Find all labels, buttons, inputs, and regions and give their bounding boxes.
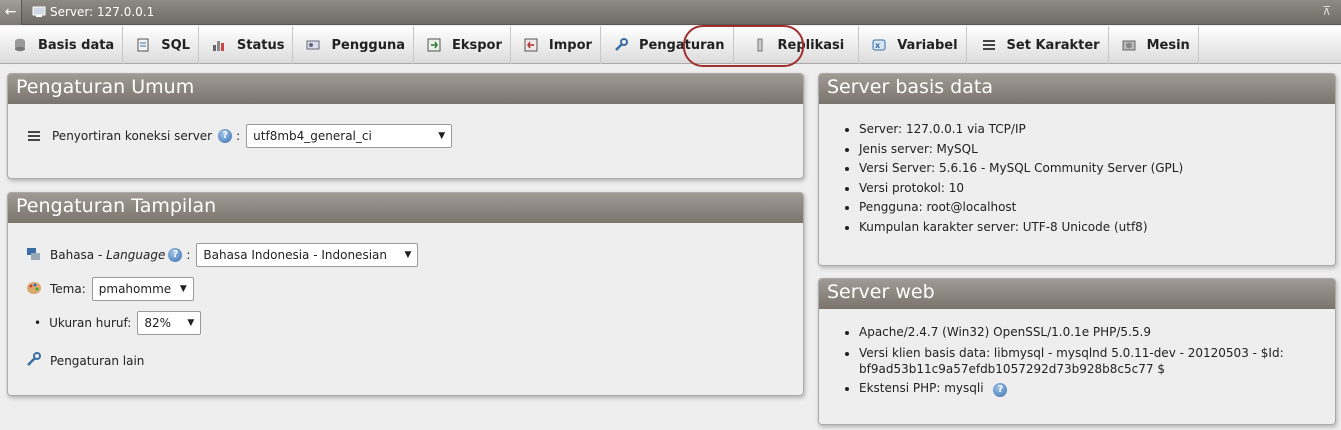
tab-settings[interactable]: Pengaturan [601, 26, 734, 64]
tab-replication[interactable]: Replikasi [734, 26, 860, 64]
tab-sql[interactable]: SQL [123, 26, 199, 64]
tab-status[interactable]: Status [199, 26, 294, 64]
chevron-down-icon: ▼ [187, 318, 195, 328]
tab-engines[interactable]: Mesin [1109, 26, 1199, 64]
database-server-info-list: Server: 127.0.0.1 via TCP/IP Jenis serve… [819, 120, 1335, 238]
more-settings-row: Pengaturan lain [26, 351, 144, 370]
help-icon[interactable]: ? [993, 382, 1008, 397]
database-server-panel: Server basis data Server: 127.0.0.1 via … [818, 73, 1336, 266]
appearance-settings-panel: Pengaturan Tampilan Bahasa - Language ? … [7, 192, 804, 396]
tab-charsets[interactable]: Set Karakter [967, 26, 1109, 64]
more-settings-link[interactable]: Pengaturan lain [50, 354, 144, 368]
tab-label: SQL [161, 37, 190, 53]
tab-label: Ekspor [451, 37, 502, 53]
tab-label: Pengaturan [638, 37, 725, 53]
tab-users[interactable]: Pengguna [293, 26, 414, 64]
tab-label: Variabel [897, 37, 958, 53]
collation-label: Penyortiran koneksi server [52, 129, 213, 143]
language-value: Bahasa Indonesia - Indonesian [203, 248, 387, 262]
theme-value: pmahomme [98, 282, 172, 296]
sql-icon [135, 37, 151, 53]
collation-value: utf8mb4_general_ci [253, 129, 372, 143]
list-item: Apache/2.4.7 (Win32) OpenSSL/1.0.1e PHP/… [859, 323, 1335, 343]
palette-icon [26, 280, 42, 299]
font-size-select[interactable]: 82% ▼ [137, 311, 202, 335]
wrench-icon [613, 37, 629, 53]
charset-icon [981, 37, 997, 53]
list-item: Versi protokol: 10 [859, 179, 1335, 199]
theme-select[interactable]: pmahomme ▼ [91, 277, 194, 301]
server-icon [32, 6, 46, 18]
main-tab-bar: Basis data SQL Status Pengguna Ekspor Im… [0, 26, 1341, 64]
chevron-down-icon: ▼ [404, 250, 412, 260]
panel-title: Server basis data [819, 74, 1335, 104]
list-item: Versi klien basis data: libmysql - mysql… [859, 345, 1335, 377]
server-title-link[interactable]: Server: 127.0.0.1 [50, 5, 154, 19]
help-icon[interactable]: ? [168, 248, 183, 262]
engines-icon [1121, 37, 1137, 53]
replication-icon [752, 37, 768, 53]
tab-label: Set Karakter [1006, 37, 1100, 53]
language-icon [26, 246, 42, 265]
list-item: Ekstensi PHP: mysqli ? [859, 379, 1335, 399]
chevron-down-icon: ▼ [438, 131, 446, 141]
tab-label: Mesin [1146, 37, 1190, 53]
font-size-row: • Ukuran huruf: 82% ▼ [34, 311, 202, 335]
tab-label: Status [236, 37, 285, 53]
list-item: Kumpulan karakter server: UTF-8 Unicode … [859, 218, 1335, 238]
server-breadcrumb-bar: ← Server: 127.0.0.1 ⊼ [0, 0, 1341, 25]
tab-variables[interactable]: x Variabel [859, 26, 967, 64]
database-icon [12, 37, 28, 53]
tab-label: Replikasi [777, 37, 845, 53]
web-server-info-list: Apache/2.4.7 (Win32) OpenSSL/1.0.1e PHP/… [819, 323, 1335, 398]
language-label: Bahasa - [50, 248, 107, 262]
tab-label: Impor [548, 37, 592, 53]
php-extension-text: Ekstensi PHP: mysqli [859, 380, 984, 395]
wrench-icon [26, 351, 42, 370]
export-icon [426, 37, 442, 53]
theme-row: Tema: pmahomme ▼ [26, 277, 194, 301]
panel-title: Pengaturan Tampilan [8, 193, 803, 223]
tab-databases[interactable]: Basis data [0, 26, 124, 64]
web-server-panel: Server web Apache/2.4.7 (Win32) OpenSSL/… [818, 278, 1336, 425]
variables-icon: x [871, 37, 887, 53]
collapse-icon[interactable]: ⊼ [1322, 4, 1331, 18]
import-icon [523, 37, 539, 53]
list-item: Jenis server: MySQL [859, 140, 1335, 160]
list-icon [28, 131, 40, 141]
list-item: Server: 127.0.0.1 via TCP/IP [859, 120, 1335, 140]
tab-export[interactable]: Ekspor [414, 26, 511, 64]
chevron-down-icon: ▼ [179, 284, 187, 294]
language-row: Bahasa - Language ? : Bahasa Indonesia -… [26, 243, 419, 267]
users-icon [305, 37, 321, 53]
language-label-italic: Language [106, 248, 166, 262]
panel-title: Server web [819, 279, 1335, 309]
collation-row: Penyortiran koneksi server ? : utf8mb4_g… [28, 124, 453, 148]
panel-title: Pengaturan Umum [8, 74, 803, 104]
back-arrow-icon[interactable]: ← [0, 0, 22, 25]
status-icon [211, 37, 227, 53]
collation-select[interactable]: utf8mb4_general_ci ▼ [246, 124, 453, 148]
general-settings-panel: Pengaturan Umum Penyortiran koneksi serv… [7, 73, 804, 179]
help-icon[interactable]: ? [218, 129, 233, 143]
theme-label: Tema: [50, 282, 86, 296]
list-item: Versi Server: 5.6.16 - MySQL Community S… [859, 159, 1335, 179]
language-select[interactable]: Bahasa Indonesia - Indonesian ▼ [196, 243, 419, 267]
svg-text:x: x [875, 41, 881, 50]
font-size-value: 82% [144, 316, 172, 330]
tab-import[interactable]: Impor [511, 26, 601, 64]
tab-label: Pengguna [331, 37, 405, 53]
tab-label: Basis data [38, 37, 115, 53]
list-item: Pengguna: root@localhost [859, 198, 1335, 218]
font-size-label: Ukuran huruf: [49, 316, 132, 330]
